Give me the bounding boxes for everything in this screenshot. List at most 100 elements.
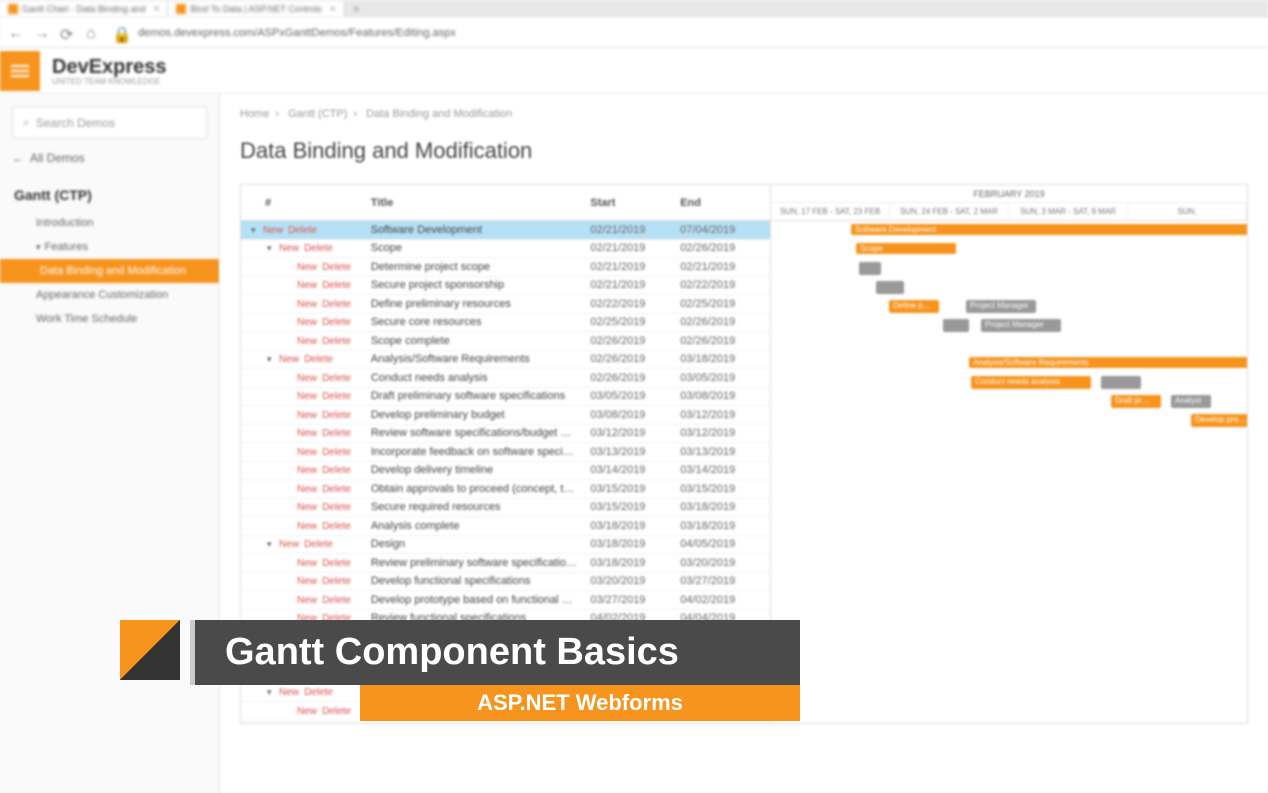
col-start[interactable]: Start bbox=[590, 197, 680, 209]
sidebar-item-introduction[interactable]: Introduction bbox=[0, 211, 219, 235]
col-num[interactable]: # bbox=[241, 197, 371, 209]
new-link[interactable]: New bbox=[297, 299, 317, 310]
gantt-bar[interactable]: Develop pre… bbox=[1191, 414, 1247, 427]
gantt-bar[interactable] bbox=[876, 281, 904, 294]
delete-link[interactable]: Delete bbox=[304, 354, 333, 365]
delete-link[interactable]: Delete bbox=[322, 336, 351, 347]
forward-icon[interactable]: → bbox=[34, 25, 50, 41]
breadcrumb-home[interactable]: Home bbox=[240, 108, 269, 120]
close-icon[interactable]: × bbox=[330, 4, 336, 15]
new-link[interactable]: New bbox=[279, 243, 299, 254]
delete-link[interactable]: Delete bbox=[322, 558, 351, 569]
table-row[interactable]: New DeleteReview preliminary software sp… bbox=[241, 554, 770, 573]
delete-link[interactable]: Delete bbox=[322, 447, 351, 458]
table-row[interactable]: ▾New DeleteAnalysis/Software Requirement… bbox=[241, 351, 770, 370]
browser-tab[interactable]: Bind To Data | ASP.NET Controls × bbox=[168, 1, 344, 17]
reload-icon[interactable]: ⟳ bbox=[60, 25, 76, 41]
delete-link[interactable]: Delete bbox=[322, 502, 351, 513]
gantt-bar[interactable]: Analysis/Software Requirements bbox=[969, 357, 1247, 368]
browser-tab[interactable]: Gantt Chart - Data Binding and × bbox=[0, 1, 168, 17]
delete-link[interactable]: Delete bbox=[322, 576, 351, 587]
sidebar-item-worktime[interactable]: Work Time Schedule bbox=[0, 307, 219, 331]
breadcrumb-gantt[interactable]: Gantt (CTP) bbox=[288, 108, 347, 120]
new-link[interactable]: New bbox=[279, 687, 299, 698]
new-link[interactable]: New bbox=[279, 539, 299, 550]
table-row[interactable]: New DeleteDefine preliminary resources02… bbox=[241, 295, 770, 314]
table-row[interactable]: New DeleteConduct needs analysis02/26/20… bbox=[241, 369, 770, 388]
delete-link[interactable]: Delete bbox=[322, 484, 351, 495]
gantt-bar[interactable]: Draft pr… bbox=[1111, 395, 1161, 408]
sidebar-item-data-binding[interactable]: Data Binding and Modification bbox=[0, 259, 219, 283]
gantt-bar[interactable]: Define p… bbox=[889, 300, 939, 313]
new-link[interactable]: New bbox=[297, 595, 317, 606]
table-row[interactable]: New DeleteReview software specifications… bbox=[241, 425, 770, 444]
new-link[interactable]: New bbox=[297, 484, 317, 495]
logo[interactable]: DevExpress bbox=[52, 56, 167, 79]
gantt-bar[interactable] bbox=[943, 319, 969, 332]
new-link[interactable]: New bbox=[297, 706, 317, 717]
close-icon[interactable]: × bbox=[154, 4, 160, 15]
gantt-bar[interactable]: Analyst bbox=[1171, 395, 1211, 408]
sidebar-item-features[interactable]: Features bbox=[0, 235, 219, 259]
delete-link[interactable]: Delete bbox=[322, 280, 351, 291]
new-link[interactable]: New bbox=[297, 465, 317, 476]
new-tab-button[interactable]: + bbox=[345, 2, 368, 16]
search-input[interactable]: ⌕ Search Demos bbox=[12, 106, 207, 139]
new-link[interactable]: New bbox=[297, 576, 317, 587]
table-row[interactable]: New DeleteDevelop delivery timeline03/14… bbox=[241, 462, 770, 481]
menu-icon[interactable] bbox=[0, 51, 40, 91]
home-icon[interactable]: ⌂ bbox=[86, 25, 102, 41]
new-link[interactable]: New bbox=[297, 521, 317, 532]
gantt-bar[interactable]: Software Development bbox=[851, 224, 1247, 235]
new-link[interactable]: New bbox=[297, 558, 317, 569]
new-link[interactable]: New bbox=[297, 280, 317, 291]
table-row[interactable]: New DeleteScope complete02/26/201902/26/… bbox=[241, 332, 770, 351]
delete-link[interactable]: Delete bbox=[304, 243, 333, 254]
delete-link[interactable]: Delete bbox=[322, 465, 351, 476]
delete-link[interactable]: Delete bbox=[322, 373, 351, 384]
table-row[interactable]: New DeleteSecure project sponsorship02/2… bbox=[241, 277, 770, 296]
gantt-bar[interactable]: Scope bbox=[856, 243, 956, 254]
delete-link[interactable]: Delete bbox=[322, 706, 351, 717]
table-row[interactable]: New DeleteAnalysis complete03/18/201903/… bbox=[241, 517, 770, 536]
table-row[interactable]: New DeleteSecure core resources02/25/201… bbox=[241, 314, 770, 333]
gantt-bar[interactable] bbox=[1101, 376, 1141, 389]
new-link[interactable]: New bbox=[297, 336, 317, 347]
table-row[interactable]: New DeleteDevelop preliminary budget03/0… bbox=[241, 406, 770, 425]
delete-link[interactable]: Delete bbox=[322, 299, 351, 310]
table-row[interactable]: New DeleteDraft preliminary software spe… bbox=[241, 388, 770, 407]
new-link[interactable]: New bbox=[297, 317, 317, 328]
table-row[interactable]: New DeleteIncorporate feedback on softwa… bbox=[241, 443, 770, 462]
table-row[interactable]: ▾New DeleteDesign03/18/201904/05/2019 bbox=[241, 536, 770, 555]
table-row[interactable]: New DeleteDevelop prototype based on fun… bbox=[241, 591, 770, 610]
gantt-bar[interactable]: Project Manager bbox=[981, 319, 1061, 332]
new-link[interactable]: New bbox=[297, 447, 317, 458]
delete-link[interactable]: Delete bbox=[304, 539, 333, 550]
gantt-timeline[interactable]: FEBRUARY 2019 SUN, 17 FEB - SAT, 23 FEBS… bbox=[771, 185, 1247, 723]
delete-link[interactable]: Delete bbox=[322, 595, 351, 606]
delete-link[interactable]: Delete bbox=[322, 262, 351, 273]
table-row[interactable]: ▾New DeleteSoftware Development02/21/201… bbox=[241, 221, 770, 240]
new-link[interactable]: New bbox=[297, 502, 317, 513]
sidebar-item-appearance[interactable]: Appearance Customization bbox=[0, 283, 219, 307]
new-link[interactable]: New bbox=[297, 373, 317, 384]
url-text[interactable]: demos.devexpress.com/ASPxGanttDemos/Feat… bbox=[138, 27, 456, 39]
delete-link[interactable]: Delete bbox=[322, 521, 351, 532]
back-icon[interactable]: ← bbox=[8, 25, 24, 41]
all-demos-link[interactable]: ← All Demos bbox=[12, 151, 207, 165]
new-link[interactable]: New bbox=[263, 225, 283, 236]
table-row[interactable]: New DeleteSecure required resources03/15… bbox=[241, 499, 770, 518]
delete-link[interactable]: Delete bbox=[322, 428, 351, 439]
delete-link[interactable]: Delete bbox=[304, 687, 333, 698]
new-link[interactable]: New bbox=[279, 354, 299, 365]
table-row[interactable]: ▾New DeleteScope02/21/201902/26/2019 bbox=[241, 240, 770, 259]
col-title[interactable]: Title bbox=[371, 197, 591, 209]
delete-link[interactable]: Delete bbox=[322, 410, 351, 421]
gantt-bar[interactable]: Project Manager bbox=[966, 300, 1036, 313]
table-row[interactable]: New DeleteDevelop functional specificati… bbox=[241, 573, 770, 592]
delete-link[interactable]: Delete bbox=[322, 317, 351, 328]
table-row[interactable]: New DeleteDetermine project scope02/21/2… bbox=[241, 258, 770, 277]
new-link[interactable]: New bbox=[297, 410, 317, 421]
delete-link[interactable]: Delete bbox=[322, 391, 351, 402]
new-link[interactable]: New bbox=[297, 428, 317, 439]
